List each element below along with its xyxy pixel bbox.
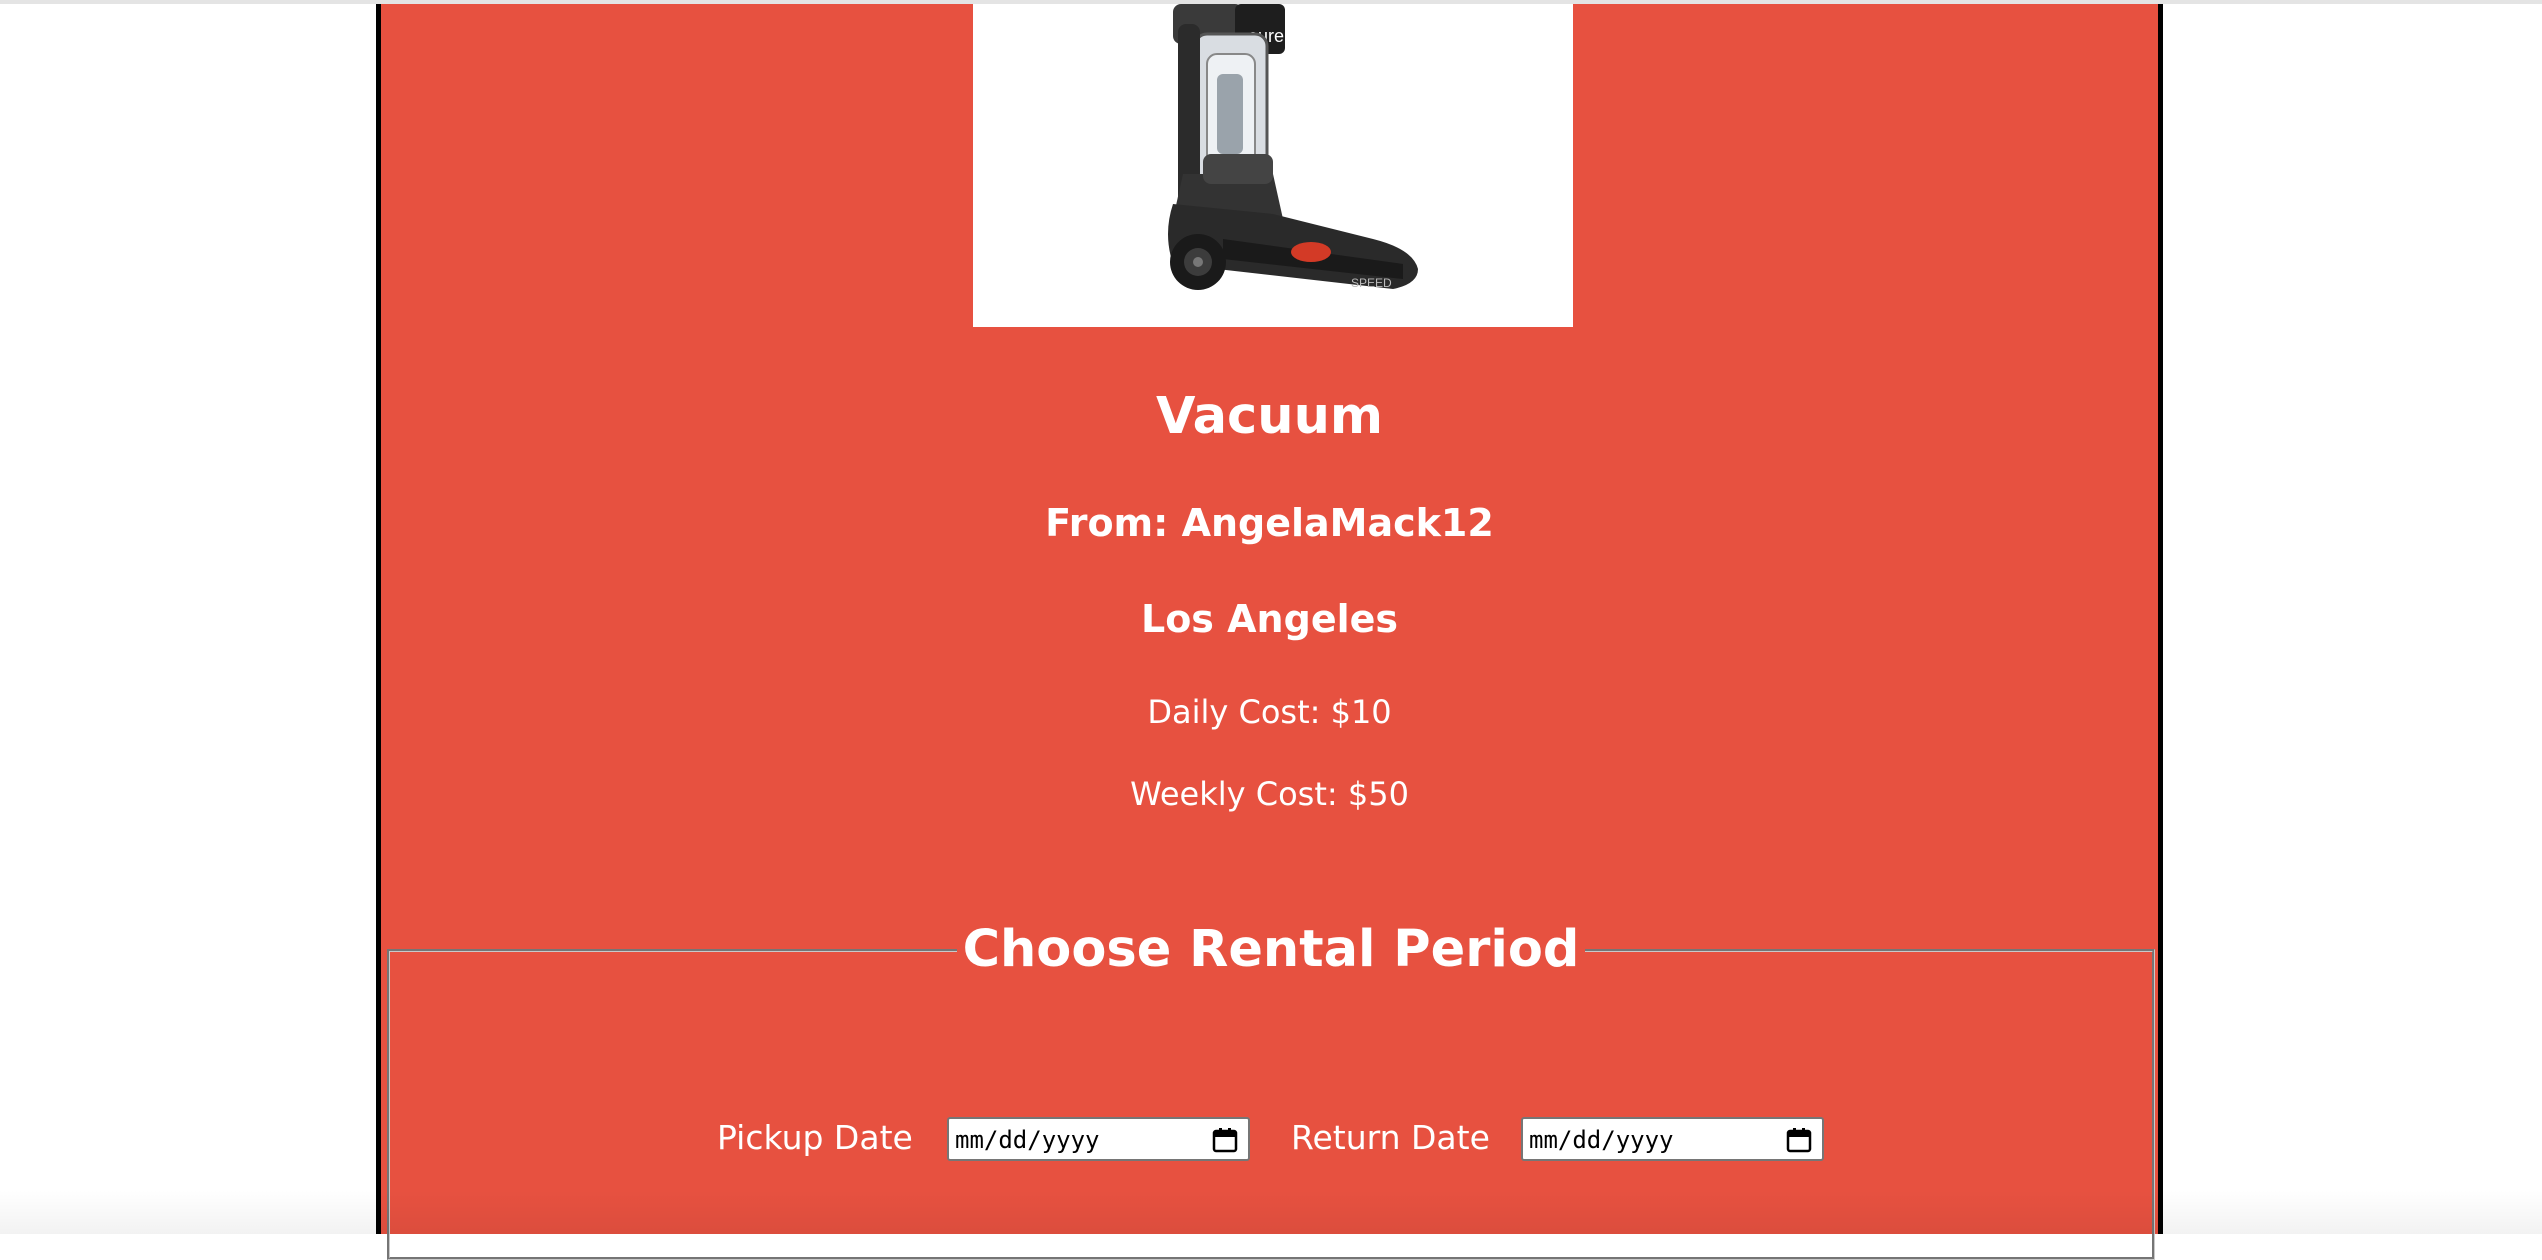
- listing-card: eureka SPEED Vacuum From: AngelaMack12 L…: [376, 4, 2163, 1260]
- rental-period-fieldset: Choose Rental Period: [387, 920, 2155, 1260]
- pickup-date-placeholder: mm/dd/yyyy: [955, 1126, 1100, 1154]
- return-date-placeholder: mm/dd/yyyy: [1529, 1126, 1674, 1154]
- vacuum-illustration: eureka SPEED: [1168, 4, 1418, 290]
- product-image: eureka SPEED: [973, 4, 1573, 327]
- daily-cost: Daily Cost: $10: [1147, 693, 1392, 731]
- pickup-date-label: Pickup Date: [717, 1118, 913, 1157]
- return-date-label: Return Date: [1291, 1118, 1490, 1157]
- item-title: Vacuum: [1155, 387, 1384, 446]
- rental-period-legend: Choose Rental Period: [962, 920, 1580, 979]
- calendar-icon[interactable]: [1211, 1126, 1239, 1154]
- date-row: Pickup Date mm/dd/yyyy Return Date mm/dd…: [381, 1114, 2158, 1162]
- calendar-icon[interactable]: [1785, 1126, 1813, 1154]
- item-location: Los Angeles: [1140, 597, 1399, 641]
- model-label: SPEED: [1351, 276, 1392, 290]
- weekly-cost: Weekly Cost: $50: [1130, 775, 1409, 813]
- pickup-date-input[interactable]: mm/dd/yyyy: [947, 1117, 1250, 1161]
- item-owner: From: AngelaMack12: [1045, 501, 1494, 545]
- return-date-input[interactable]: mm/dd/yyyy: [1521, 1117, 1824, 1161]
